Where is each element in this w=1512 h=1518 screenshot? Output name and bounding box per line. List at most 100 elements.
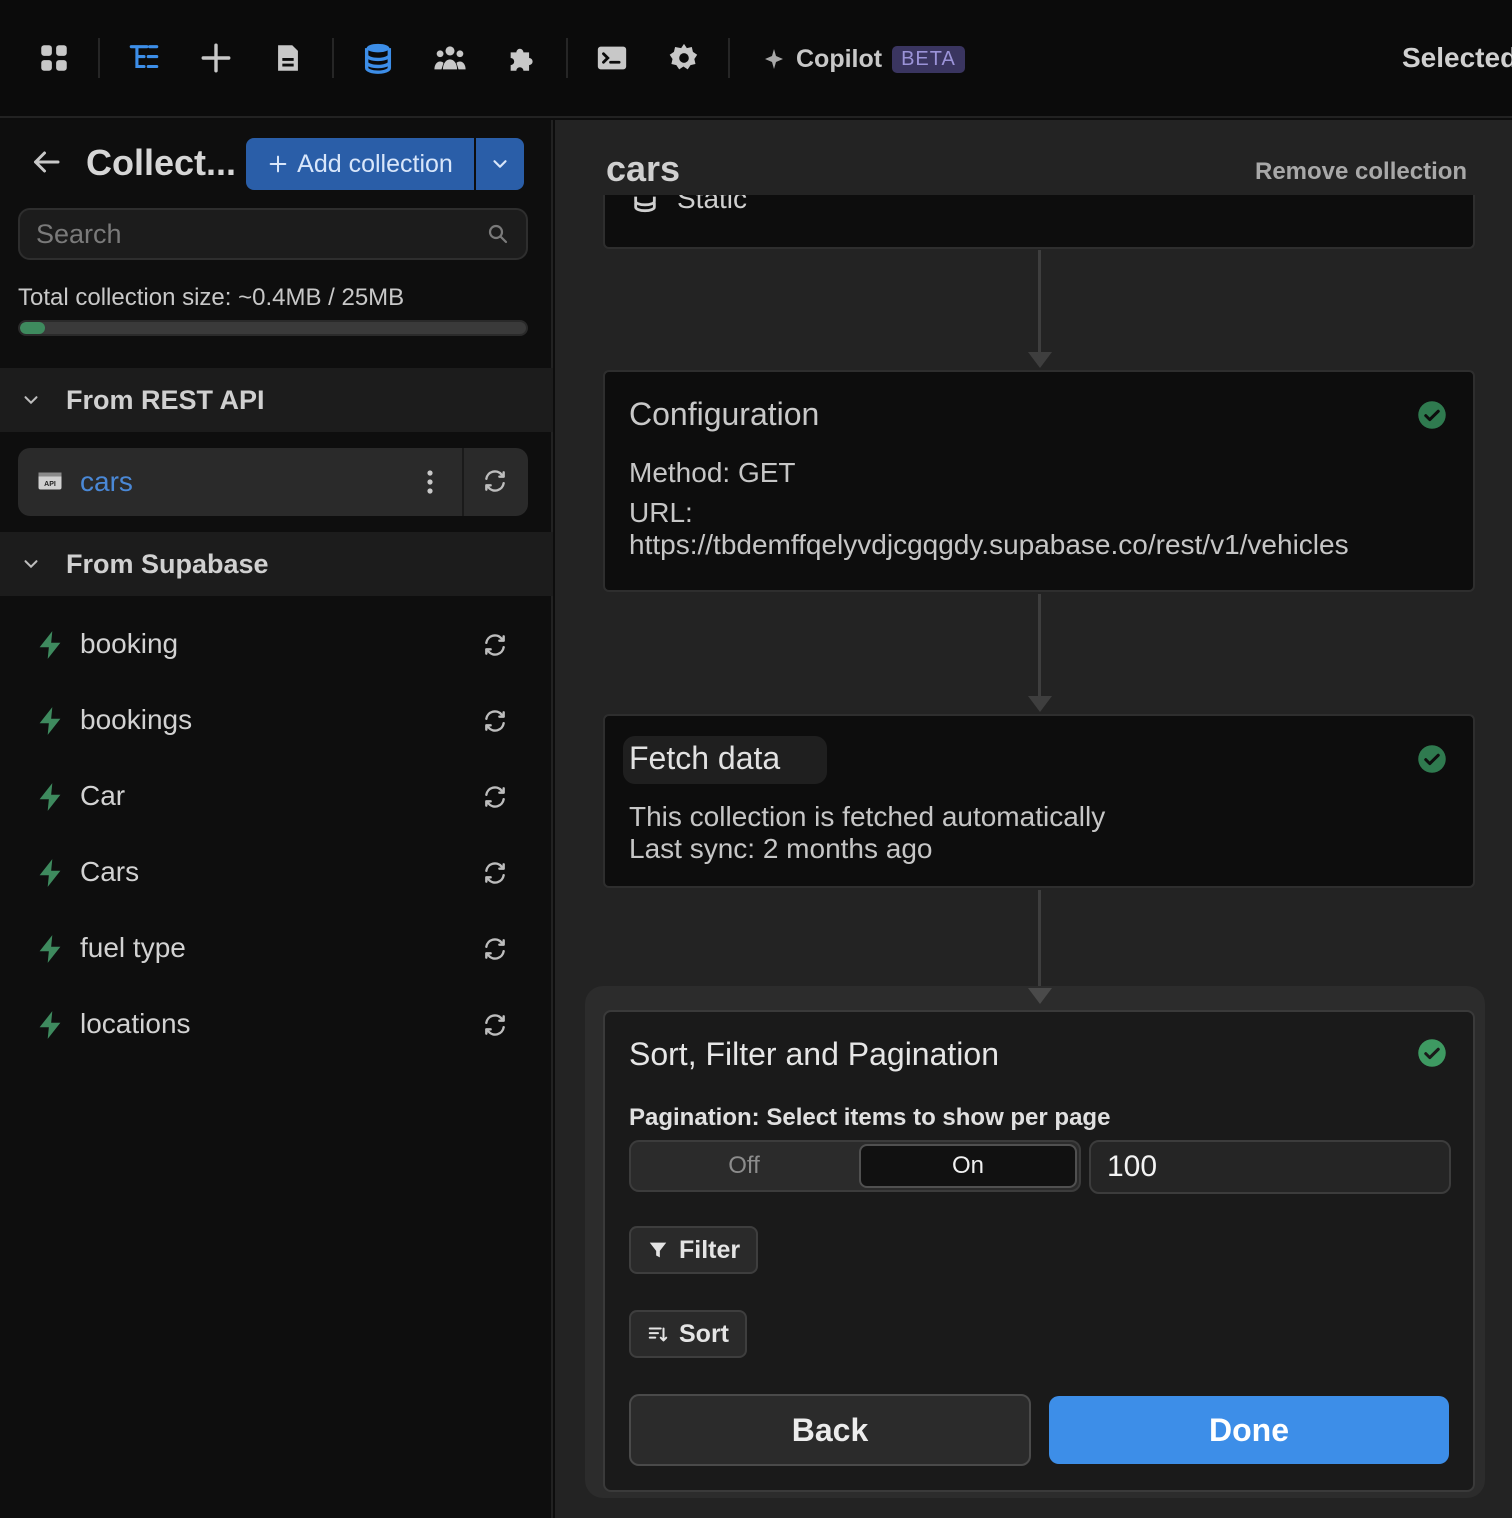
configuration-card[interactable]: Configuration Method: GET URL: https://t… bbox=[603, 370, 1475, 592]
chevron-down-icon bbox=[24, 396, 38, 405]
more-options-icon[interactable] bbox=[418, 468, 442, 496]
config-method: Method: GET bbox=[629, 457, 796, 488]
fetch-data-card[interactable]: Fetch data This collection is fetched au… bbox=[603, 714, 1475, 888]
api-badge-icon: API bbox=[38, 472, 62, 490]
card-title: Fetch data bbox=[629, 740, 781, 776]
group-rest-api[interactable]: From REST API bbox=[0, 368, 553, 432]
filter-button[interactable]: Filter bbox=[629, 1226, 759, 1274]
refresh-icon[interactable] bbox=[482, 784, 508, 810]
config-url: https://tbdemffqelyvdjcgqgdy.supabase.co… bbox=[629, 529, 1349, 560]
toolbar-separator bbox=[728, 38, 730, 78]
sidebar-item-label: booking bbox=[80, 628, 179, 659]
copilot-button[interactable]: Copilot BETA bbox=[762, 40, 965, 78]
fetch-last-sync: Last sync: 2 months ago bbox=[629, 833, 933, 864]
sidebar-item-locations[interactable]: locations bbox=[0, 996, 553, 1056]
collections-sidebar: Collect... Add collection Total collecti… bbox=[0, 120, 553, 1518]
collection-size-bar bbox=[18, 320, 528, 336]
sidebar-item-label: Car bbox=[80, 780, 126, 811]
sidebar-item-car[interactable]: Car bbox=[0, 768, 553, 828]
terminal-icon[interactable] bbox=[592, 38, 632, 78]
search-icon bbox=[488, 224, 508, 244]
group-supabase[interactable]: From Supabase bbox=[0, 532, 553, 596]
pagination-on-option[interactable]: On bbox=[859, 1144, 1077, 1188]
refresh-icon[interactable] bbox=[482, 1012, 508, 1038]
refresh-icon[interactable] bbox=[482, 708, 508, 734]
svg-text:API: API bbox=[44, 481, 56, 488]
supabase-bolt-icon bbox=[39, 631, 61, 659]
sfp-title: Sort, Filter and Pagination bbox=[629, 1036, 999, 1072]
copilot-label: Copilot bbox=[796, 44, 883, 73]
flow-connector bbox=[1038, 890, 1041, 998]
supabase-bolt-icon bbox=[39, 1011, 61, 1039]
refresh-icon[interactable] bbox=[482, 632, 508, 658]
flow-arrow-icon bbox=[1028, 696, 1052, 712]
check-circle-icon bbox=[1418, 1039, 1446, 1067]
flow-connector bbox=[1038, 594, 1041, 698]
sidebar-item-bookings[interactable]: bookings bbox=[0, 692, 553, 752]
database-icon[interactable] bbox=[358, 38, 398, 78]
supabase-bolt-icon bbox=[39, 783, 61, 811]
per-page-input[interactable] bbox=[1107, 1142, 1427, 1192]
back-arrow-icon[interactable] bbox=[28, 144, 64, 180]
filter-label: Filter bbox=[679, 1235, 741, 1264]
collection-size-label: Total collection size: ~0.4MB / 25MB bbox=[18, 284, 405, 311]
source-static-card[interactable]: Static bbox=[603, 195, 1475, 249]
check-circle-icon bbox=[1418, 401, 1446, 429]
pagination-toggle: Off On bbox=[629, 1140, 1081, 1192]
static-label: Static bbox=[677, 195, 748, 214]
sidebar-title: Collect... bbox=[86, 142, 237, 183]
sidebar-item-label: locations bbox=[80, 1008, 191, 1039]
refresh-icon[interactable] bbox=[482, 860, 508, 886]
collection-title: cars bbox=[606, 148, 681, 189]
tree-structure-icon[interactable] bbox=[124, 38, 164, 78]
per-page-field bbox=[1089, 1140, 1451, 1194]
top-toolbar: Copilot BETA Selected bbox=[0, 0, 1512, 118]
plugin-puzzle-icon[interactable] bbox=[502, 38, 542, 78]
sidebar-item-cars-api[interactable]: API cars bbox=[18, 448, 528, 516]
collection-size-fill bbox=[20, 322, 46, 334]
search-input[interactable] bbox=[36, 210, 476, 258]
supabase-bolt-icon bbox=[39, 935, 61, 963]
apps-grid-icon[interactable] bbox=[34, 38, 74, 78]
fetch-auto-text: This collection is fetched automatically bbox=[629, 801, 1106, 832]
flow-connector bbox=[1038, 250, 1041, 354]
chevron-down-icon bbox=[24, 560, 38, 569]
sidebar-item-label: Cars bbox=[80, 856, 140, 887]
settings-gear-icon[interactable] bbox=[664, 38, 704, 78]
beta-badge: BETA bbox=[892, 45, 965, 73]
sidebar-item-cars[interactable]: Cars bbox=[0, 844, 553, 904]
remove-collection-link[interactable]: Remove collection bbox=[1255, 158, 1467, 186]
toolbar-separator bbox=[332, 38, 334, 78]
toolbar-separator bbox=[98, 38, 100, 78]
item-divider bbox=[462, 448, 464, 516]
page-document-icon[interactable] bbox=[268, 38, 308, 78]
add-icon[interactable] bbox=[196, 38, 236, 78]
sparkle-icon bbox=[765, 49, 783, 69]
pagination-label: Pagination: Select items to show per pag… bbox=[629, 1104, 1111, 1131]
card-title: Configuration bbox=[629, 396, 820, 432]
sort-button[interactable]: Sort bbox=[629, 1310, 747, 1358]
config-url-label: URL: bbox=[629, 497, 693, 528]
refresh-icon[interactable] bbox=[482, 936, 508, 962]
supabase-bolt-icon bbox=[39, 859, 61, 887]
chevron-down-icon bbox=[493, 160, 507, 168]
sidebar-item-booking[interactable]: booking bbox=[0, 616, 553, 676]
add-collection-button[interactable]: Add collection bbox=[246, 138, 474, 190]
sfp-editor-panel: Sort, Filter and Pagination Pagination: … bbox=[585, 986, 1485, 1498]
flow-arrow-icon bbox=[1028, 988, 1052, 1004]
users-group-icon[interactable] bbox=[430, 38, 470, 78]
pagination-off-option[interactable]: Off bbox=[633, 1144, 855, 1188]
sidebar-item-fuel-type[interactable]: fuel type bbox=[0, 920, 553, 980]
database-icon bbox=[634, 196, 656, 213]
sfp-card: Sort, Filter and Pagination Pagination: … bbox=[603, 1010, 1475, 1492]
add-collection-dropdown[interactable] bbox=[476, 138, 524, 190]
sort-label: Sort bbox=[679, 1319, 729, 1348]
flow-arrow-icon bbox=[1028, 352, 1052, 368]
group-label: From Supabase bbox=[66, 548, 269, 579]
refresh-icon[interactable] bbox=[482, 468, 508, 494]
back-button[interactable]: Back bbox=[629, 1394, 1031, 1466]
add-collection-label: Add collection bbox=[297, 149, 453, 178]
done-button[interactable]: Done bbox=[1049, 1396, 1449, 1464]
sidebar-item-label: bookings bbox=[80, 704, 193, 735]
group-label: From REST API bbox=[66, 384, 265, 415]
